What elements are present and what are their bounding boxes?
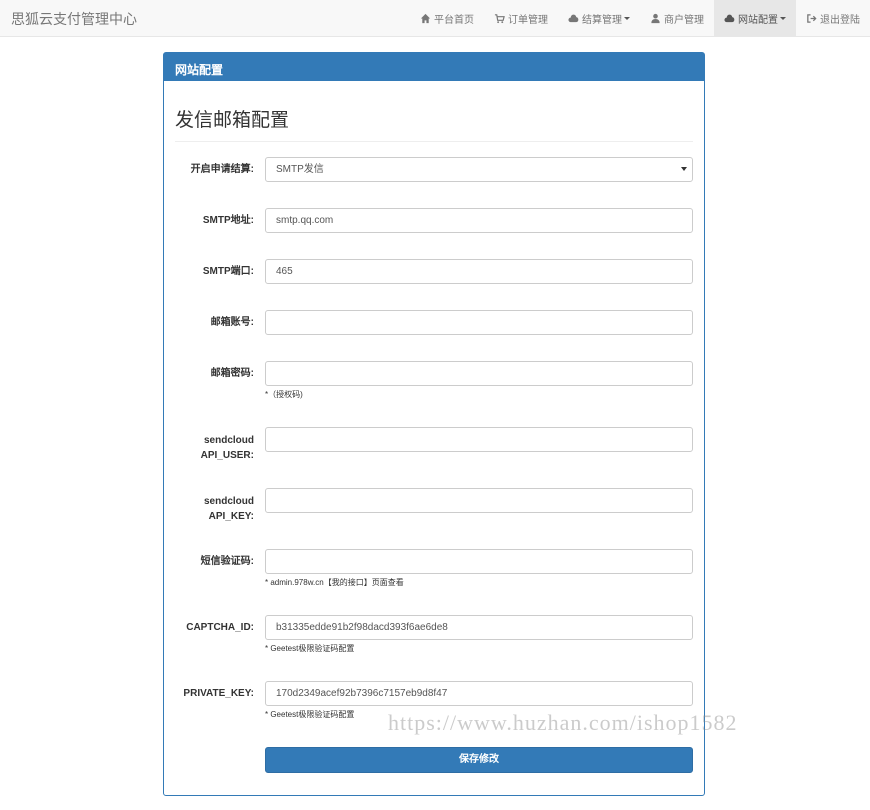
- nav-item-label: 平台首页: [434, 11, 474, 26]
- top-navbar: 思狐云支付管理中心 平台首页 订单管理 结算管理 商户管理 网站配置 退出登陆: [0, 0, 870, 37]
- site-config-panel: 网站配置 发信邮箱配置 开启申请结算: SMTP发信 SMTP地址: SMTP端…: [163, 52, 705, 796]
- save-button[interactable]: 保存修改: [265, 747, 693, 773]
- sendcloud-user-label-line1: sendcloud: [164, 433, 254, 448]
- nav-item-site-config[interactable]: 网站配置: [714, 0, 796, 37]
- page-title: 发信邮箱配置: [175, 105, 289, 132]
- private-key-label: PRIVATE_KEY:: [164, 686, 254, 701]
- sendcloud-user-label: sendcloud API_USER:: [164, 433, 254, 463]
- nav-menu: 平台首页 订单管理 结算管理 商户管理 网站配置 退出登陆: [410, 0, 870, 37]
- watermark-text: https://www.huzhan.com/ishop1582: [388, 710, 738, 736]
- sendcloud-key-label-line2: API_KEY:: [164, 509, 254, 524]
- mail-password-help: *（授权码): [265, 389, 303, 400]
- mail-mode-label: 开启申请结算:: [164, 162, 254, 177]
- nav-item-settlement[interactable]: 结算管理: [558, 0, 640, 37]
- nav-item-home[interactable]: 平台首页: [410, 0, 484, 37]
- mail-mode-value: SMTP发信: [276, 164, 324, 175]
- mail-password-label: 邮箱密码:: [164, 366, 254, 381]
- sms-code-input[interactable]: [265, 549, 693, 574]
- nav-item-label: 商户管理: [664, 11, 704, 26]
- smtp-port-label: SMTP端口:: [164, 264, 254, 279]
- captcha-id-input[interactable]: [265, 615, 693, 640]
- sms-code-label: 短信验证码:: [164, 554, 254, 569]
- private-key-help: * Geetest极限验证码配置: [265, 709, 354, 720]
- panel-heading: 网站配置: [164, 53, 704, 81]
- divider: [175, 141, 693, 142]
- mail-account-label: 邮箱账号:: [164, 315, 254, 330]
- user-icon: [650, 13, 661, 24]
- nav-item-label: 结算管理: [582, 11, 622, 26]
- logout-icon: [806, 13, 817, 24]
- cloud-icon: [724, 13, 735, 24]
- nav-item-label: 网站配置: [738, 11, 778, 26]
- sms-code-help: * admin.978w.cn【我的接口】页面查看: [265, 577, 404, 588]
- mail-mode-select[interactable]: SMTP发信: [265, 157, 693, 182]
- sendcloud-key-label: sendcloud API_KEY:: [164, 494, 254, 524]
- private-key-input[interactable]: [265, 681, 693, 706]
- smtp-host-label: SMTP地址:: [164, 213, 254, 228]
- sendcloud-key-input[interactable]: [265, 488, 693, 513]
- nav-item-merchants[interactable]: 商户管理: [640, 0, 714, 37]
- sendcloud-user-input[interactable]: [265, 427, 693, 452]
- captcha-id-help: * Geetest极限验证码配置: [265, 643, 354, 654]
- sendcloud-key-label-line1: sendcloud: [164, 494, 254, 509]
- smtp-port-input[interactable]: [265, 259, 693, 284]
- chevron-down-icon: [624, 17, 630, 20]
- brand-title[interactable]: 思狐云支付管理中心: [11, 9, 137, 29]
- mail-password-input[interactable]: [265, 361, 693, 386]
- chevron-down-icon: [681, 167, 687, 171]
- nav-item-label: 订单管理: [508, 11, 548, 26]
- nav-item-logout[interactable]: 退出登陆: [796, 0, 870, 37]
- home-icon: [420, 13, 431, 24]
- sendcloud-user-label-line2: API_USER:: [164, 448, 254, 463]
- cloud-icon: [568, 13, 579, 24]
- captcha-id-label: CAPTCHA_ID:: [164, 620, 254, 635]
- cart-icon: [494, 13, 505, 24]
- chevron-down-icon: [780, 17, 786, 20]
- mail-account-input[interactable]: [265, 310, 693, 335]
- nav-item-orders[interactable]: 订单管理: [484, 0, 558, 37]
- smtp-host-input[interactable]: [265, 208, 693, 233]
- nav-item-label: 退出登陆: [820, 11, 860, 26]
